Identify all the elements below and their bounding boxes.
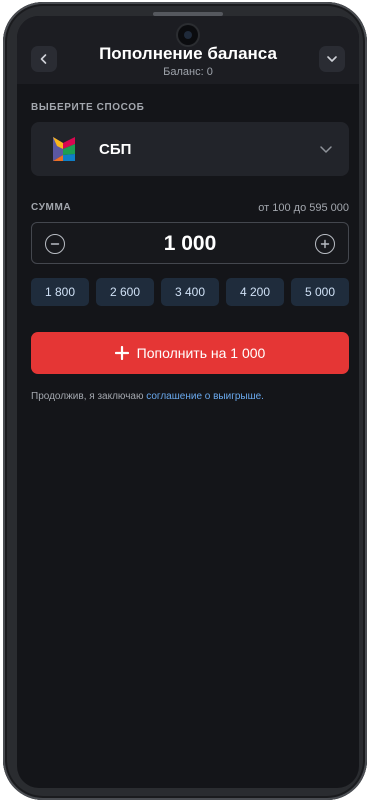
phone-frame: Пополнение баланса Баланс: 0 ВЫБЕРИТЕ СП… bbox=[3, 2, 367, 800]
payment-method-select[interactable]: СБП bbox=[31, 122, 349, 176]
front-camera bbox=[178, 25, 198, 45]
quick-amount-button[interactable]: 4 200 bbox=[226, 278, 284, 306]
balance-label: Баланс: 0 bbox=[163, 66, 213, 78]
payment-method-name: СБП bbox=[99, 141, 132, 158]
quick-amount-button[interactable]: 1 800 bbox=[31, 278, 89, 306]
plus-icon bbox=[320, 239, 330, 249]
header-menu-button[interactable] bbox=[319, 46, 345, 72]
plus-icon bbox=[114, 346, 129, 360]
agreement-link[interactable]: соглашение о выигрыше. bbox=[146, 391, 264, 402]
deposit-button-label: Пополнить на 1 000 bbox=[136, 345, 266, 361]
screen: Пополнение баланса Баланс: 0 ВЫБЕРИТЕ СП… bbox=[17, 16, 359, 788]
amount-stepper: 1 000 bbox=[31, 222, 349, 264]
amount-section-label: СУММА bbox=[31, 202, 72, 213]
terms-prefix: Продолжив, я заключаю bbox=[31, 391, 147, 402]
quick-amount-button[interactable]: 2 600 bbox=[96, 278, 154, 306]
chevron-down-icon bbox=[320, 146, 332, 153]
page-title: Пополнение баланса bbox=[99, 44, 277, 63]
terms-text: Продолжив, я заключаю соглашение о выигр… bbox=[31, 391, 264, 402]
amount-input[interactable]: 1 000 bbox=[32, 232, 348, 256]
increase-button[interactable] bbox=[315, 234, 335, 254]
chevron-down-icon bbox=[327, 56, 337, 62]
quick-amount-button[interactable]: 5 000 bbox=[291, 278, 349, 306]
amount-range: от 100 до 595 000 bbox=[258, 202, 349, 214]
quick-amount-button[interactable]: 3 400 bbox=[161, 278, 219, 306]
method-section-label: ВЫБЕРИТЕ СПОСОБ bbox=[31, 102, 145, 113]
deposit-button[interactable]: Пополнить на 1 000 bbox=[31, 332, 349, 374]
sbp-logo-icon bbox=[53, 137, 75, 161]
